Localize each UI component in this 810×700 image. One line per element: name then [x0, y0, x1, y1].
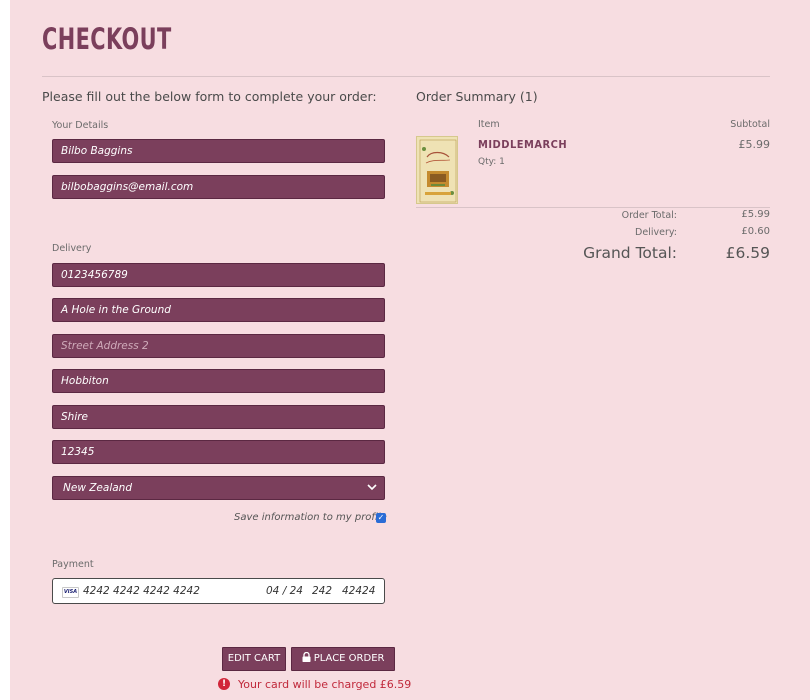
- delivery-label: Delivery: [52, 243, 92, 254]
- postcode-input[interactable]: 12345: [52, 440, 385, 464]
- edit-cart-button[interactable]: EDIT CART: [222, 647, 286, 671]
- form-intro: Please fill out the below form to comple…: [42, 89, 377, 104]
- book-cover-image: [416, 136, 458, 204]
- subtotal-column-header: Subtotal: [730, 119, 770, 130]
- item-subtotal: £5.99: [738, 138, 771, 151]
- card-zip[interactable]: 42424: [342, 585, 375, 597]
- chevron-down-icon: [367, 484, 377, 491]
- checkout-page: CHECKOUT Please fill out the below form …: [10, 0, 810, 700]
- delivery-total-value: £0.60: [741, 226, 770, 237]
- summary-divider: [416, 207, 770, 208]
- error-icon: !: [218, 678, 230, 690]
- your-details-label: Your Details: [52, 120, 109, 131]
- street-address-2-input[interactable]: Street Address 2: [52, 334, 385, 358]
- county-input[interactable]: Shire: [52, 405, 385, 429]
- item-qty: Qty: 1: [478, 157, 505, 167]
- phone-input[interactable]: 0123456789: [52, 263, 385, 287]
- town-input[interactable]: Hobbiton: [52, 369, 385, 393]
- grand-total-value: £6.59: [725, 244, 770, 262]
- street-address-1-input[interactable]: A Hole in the Ground: [52, 298, 385, 322]
- save-info-checkbox[interactable]: ✓: [376, 513, 386, 523]
- place-order-label: PLACE ORDER: [313, 653, 385, 664]
- payment-label: Payment: [52, 559, 94, 570]
- save-info-label: Save information to my profile: [234, 512, 387, 523]
- place-order-button[interactable]: PLACE ORDER: [291, 647, 395, 671]
- full-name-input[interactable]: Bilbo Baggins: [52, 139, 385, 163]
- country-select[interactable]: New Zealand: [52, 476, 385, 500]
- card-expiry[interactable]: 04 / 24: [266, 585, 303, 597]
- lock-icon: [302, 651, 311, 662]
- order-total-label: Order Total:: [621, 210, 677, 221]
- visa-card-icon: VISA: [62, 587, 79, 598]
- grand-total-label: Grand Total:: [583, 244, 677, 262]
- country-select-value: New Zealand: [63, 482, 132, 494]
- order-summary-title: Order Summary (1): [416, 89, 538, 104]
- checkmark-icon: ✓: [377, 513, 385, 522]
- order-total-value: £5.99: [741, 209, 770, 220]
- card-number[interactable]: 4242 4242 4242 4242: [83, 585, 200, 597]
- charge-notice: ! Your card will be charged £6.59: [218, 678, 411, 691]
- email-input[interactable]: bilbobaggins@email.com: [52, 175, 385, 199]
- card-element[interactable]: VISA 4242 4242 4242 4242 04 / 24 242 424…: [52, 578, 385, 604]
- delivery-total-label: Delivery:: [635, 227, 677, 238]
- title-divider: [42, 76, 770, 77]
- item-column-header: Item: [478, 119, 500, 130]
- page-title: CHECKOUT: [42, 22, 172, 56]
- item-name: MIDDLEMARCH: [478, 138, 568, 151]
- card-cvc[interactable]: 242: [312, 585, 332, 597]
- charge-message: Your card will be charged £6.59: [238, 678, 412, 691]
